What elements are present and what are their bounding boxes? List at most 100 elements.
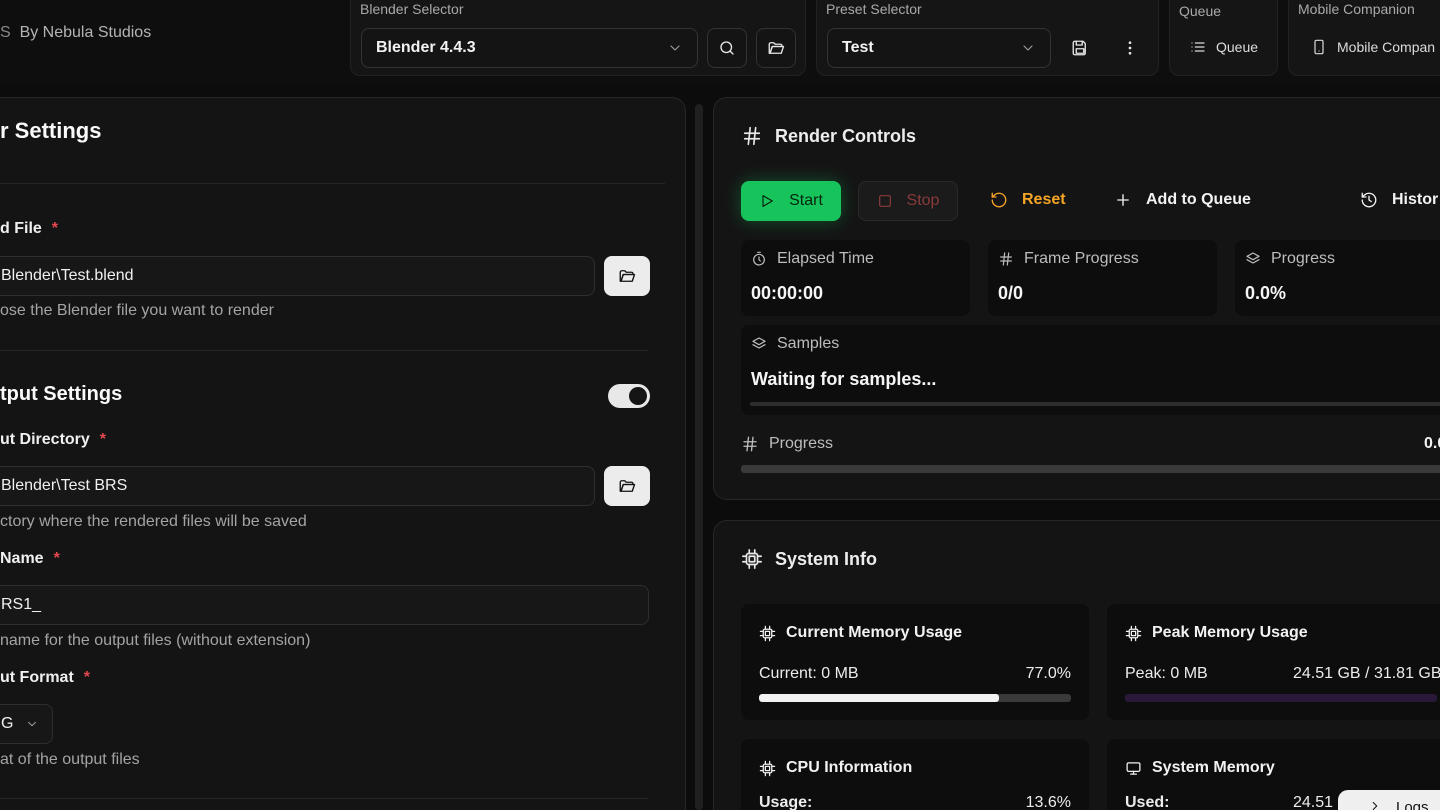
blend-file-input[interactable]: Blender\Test.blend xyxy=(0,256,595,296)
elapsed-time-card: Elapsed Time 00:00:00 xyxy=(741,240,970,316)
frame-progress-value: 0/0 xyxy=(998,283,1024,303)
current-memory-title-text: Current Memory Usage xyxy=(786,624,963,641)
mobile-companion-button-label: Mobile Compan xyxy=(1337,39,1436,55)
peak-memory-peak: Peak: 0 MB xyxy=(1125,665,1208,682)
queue-group: Queue Queue xyxy=(1169,0,1278,76)
samples-progress-track xyxy=(750,402,1440,406)
required-marker: * xyxy=(51,220,59,237)
hash-icon xyxy=(998,251,1014,267)
cpu-usage-value: 13.6% xyxy=(1025,794,1071,810)
mobile-companion-button[interactable]: Mobile Compan xyxy=(1311,39,1435,55)
output-format-select[interactable]: G xyxy=(0,704,53,744)
layers-icon xyxy=(1245,251,1261,267)
save-preset-button[interactable] xyxy=(1064,28,1096,68)
blend-file-help: ose the Blender file you want to render xyxy=(0,302,274,319)
elapsed-time-label: Elapsed Time xyxy=(751,250,874,268)
layers-icon xyxy=(751,336,767,352)
progress-value: 0.0% xyxy=(1245,283,1287,303)
output-format-label: ut Format * xyxy=(0,669,90,687)
output-directory-label-text: ut Directory xyxy=(0,431,90,448)
preset-selector-label: Preset Selector xyxy=(826,1,922,17)
browse-output-directory-button[interactable] xyxy=(604,466,650,506)
output-directory-label: ut Directory * xyxy=(0,431,106,449)
output-directory-input[interactable]: Blender\Test BRS xyxy=(0,466,595,506)
stop-icon xyxy=(877,193,893,209)
stop-button[interactable]: Stop xyxy=(858,181,958,221)
save-icon xyxy=(1071,39,1089,57)
chevron-down-icon xyxy=(25,717,39,731)
reset-button-label: Reset xyxy=(1022,191,1066,208)
progress-label-text: Progress xyxy=(1271,250,1336,267)
blender-version-select[interactable]: Blender 4.4.3 xyxy=(361,28,698,68)
browse-blend-file-button[interactable] xyxy=(604,256,650,296)
divider xyxy=(0,350,648,351)
play-icon xyxy=(759,193,775,209)
logs-button[interactable]: Logs xyxy=(1338,790,1440,810)
output-directory-help: ctory where the rendered files will be s… xyxy=(0,513,307,530)
current-memory-bar xyxy=(759,694,1071,702)
peak-memory-bar xyxy=(1125,694,1437,702)
output-settings-title: tput Settings xyxy=(0,383,123,405)
folder-open-icon xyxy=(618,267,636,285)
plus-icon xyxy=(1114,191,1132,209)
queue-label: Queue xyxy=(1179,3,1222,19)
frame-progress-label: Frame Progress xyxy=(998,250,1139,268)
overall-progress-label: Progress xyxy=(741,435,833,453)
hash-icon xyxy=(741,125,763,147)
samples-status: Waiting for samples... xyxy=(751,369,937,389)
blender-selector-label: Blender Selector xyxy=(360,1,464,17)
render-settings-panel xyxy=(0,97,686,810)
reset-button[interactable]: Reset xyxy=(990,191,1066,209)
render-controls-header: Render Controls xyxy=(741,125,916,147)
add-to-queue-label: Add to Queue xyxy=(1146,191,1251,208)
cpu-icon xyxy=(741,548,763,570)
add-to-queue-button[interactable]: Add to Queue xyxy=(1114,191,1251,209)
current-memory-bar-fill xyxy=(759,694,1000,702)
system-memory-used-value: 24.51 xyxy=(1293,794,1334,810)
browse-blender-button[interactable] xyxy=(756,28,796,68)
file-name-label-text: Name xyxy=(0,550,44,567)
required-marker: * xyxy=(53,550,60,567)
brand-text: By Nebula Studios xyxy=(19,24,152,41)
toggle-knob xyxy=(629,387,647,405)
output-format-label-text: ut Format xyxy=(0,669,74,686)
history-button[interactable]: Histor xyxy=(1360,191,1438,209)
current-memory-current: Current: 0 MB xyxy=(759,665,859,682)
system-memory-title: System Memory xyxy=(1125,759,1275,777)
mobile-companion-label: Mobile Companion xyxy=(1298,1,1415,17)
search-button[interactable] xyxy=(707,28,747,68)
timer-icon xyxy=(751,251,767,267)
output-settings-toggle[interactable] xyxy=(608,384,650,408)
current-memory-card: Current Memory Usage Current: 0 MB 77.0% xyxy=(741,604,1089,720)
elapsed-time-value: 00:00:00 xyxy=(751,283,824,303)
rotate-ccw-icon xyxy=(990,191,1008,209)
current-memory-percent: 77.0% xyxy=(1025,665,1071,682)
file-name-input[interactable]: RS1_ xyxy=(0,585,649,625)
more-options-button[interactable] xyxy=(1114,28,1146,68)
frame-progress-label-text: Frame Progress xyxy=(1024,250,1139,267)
peak-memory-card: Peak Memory Usage Peak: 0 MB 24.51 GB / … xyxy=(1107,604,1440,720)
cpu-information-title: CPU Information xyxy=(759,759,912,777)
cpu-information-title-text: CPU Information xyxy=(786,759,913,776)
peak-memory-title-text: Peak Memory Usage xyxy=(1152,624,1308,641)
blend-file-label-text: d File xyxy=(0,220,42,237)
hash-icon xyxy=(741,435,759,453)
progress-label: Progress xyxy=(1245,250,1335,268)
preset-selector-group: Preset Selector Test xyxy=(816,0,1159,76)
history-button-label: Histor xyxy=(1392,191,1439,208)
preset-value: Test xyxy=(842,39,874,56)
monitor-icon xyxy=(1125,760,1142,777)
scrollbar[interactable] xyxy=(695,104,703,810)
stop-button-label: Stop xyxy=(906,192,940,209)
file-name-label: Name * xyxy=(0,550,60,568)
peak-memory-title: Peak Memory Usage xyxy=(1125,624,1308,642)
chevron-down-icon xyxy=(1020,40,1036,56)
search-icon xyxy=(718,39,736,57)
preset-select[interactable]: Test xyxy=(827,28,1051,68)
system-info-header: System Info xyxy=(741,548,877,570)
blend-file-value: Blender\Test.blend xyxy=(1,267,134,284)
more-vertical-icon xyxy=(1121,39,1139,57)
brand: S By Nebula Studios xyxy=(0,24,152,41)
queue-button[interactable]: Queue xyxy=(1190,39,1258,55)
start-button[interactable]: Start xyxy=(741,181,841,221)
